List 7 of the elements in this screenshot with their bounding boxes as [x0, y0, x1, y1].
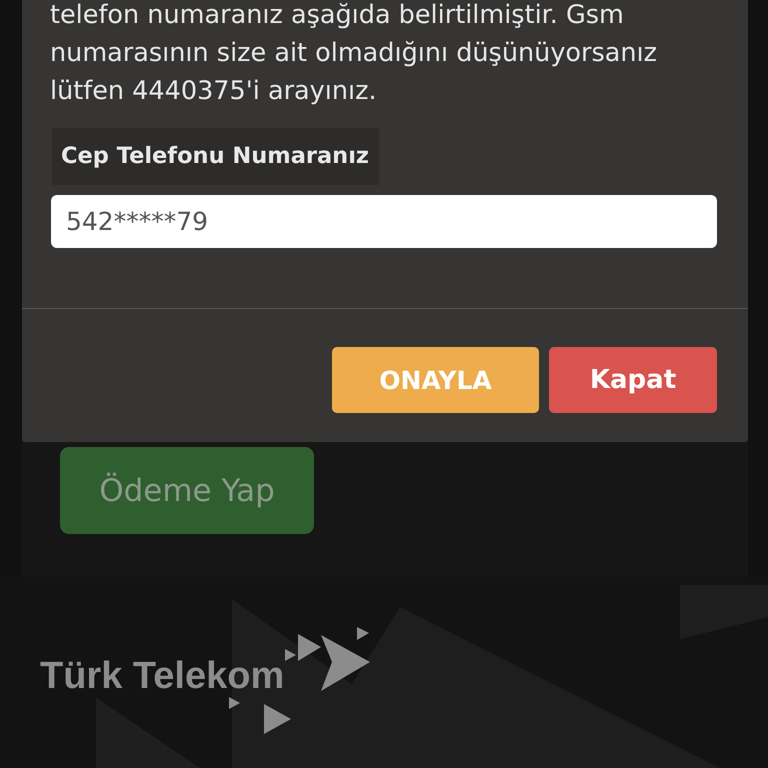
dialog-message: telefon numaranız aşağıda belirtilmiştir. Gsm numarasının size ait olmadığını düşünüyorsanız lütfen 4440375'i arayınız. — [50, 0, 658, 108]
phone-number-field[interactable]: 542*****79 — [51, 195, 717, 248]
close-button[interactable]: Kapat — [549, 347, 717, 413]
logo-small-triangles-icon — [228, 695, 292, 735]
logo-text: Türk Telekom — [40, 657, 284, 695]
pay-button[interactable]: Ödeme Yap — [60, 447, 314, 534]
field-label: Cep Telefonu Numaranız — [52, 128, 380, 185]
